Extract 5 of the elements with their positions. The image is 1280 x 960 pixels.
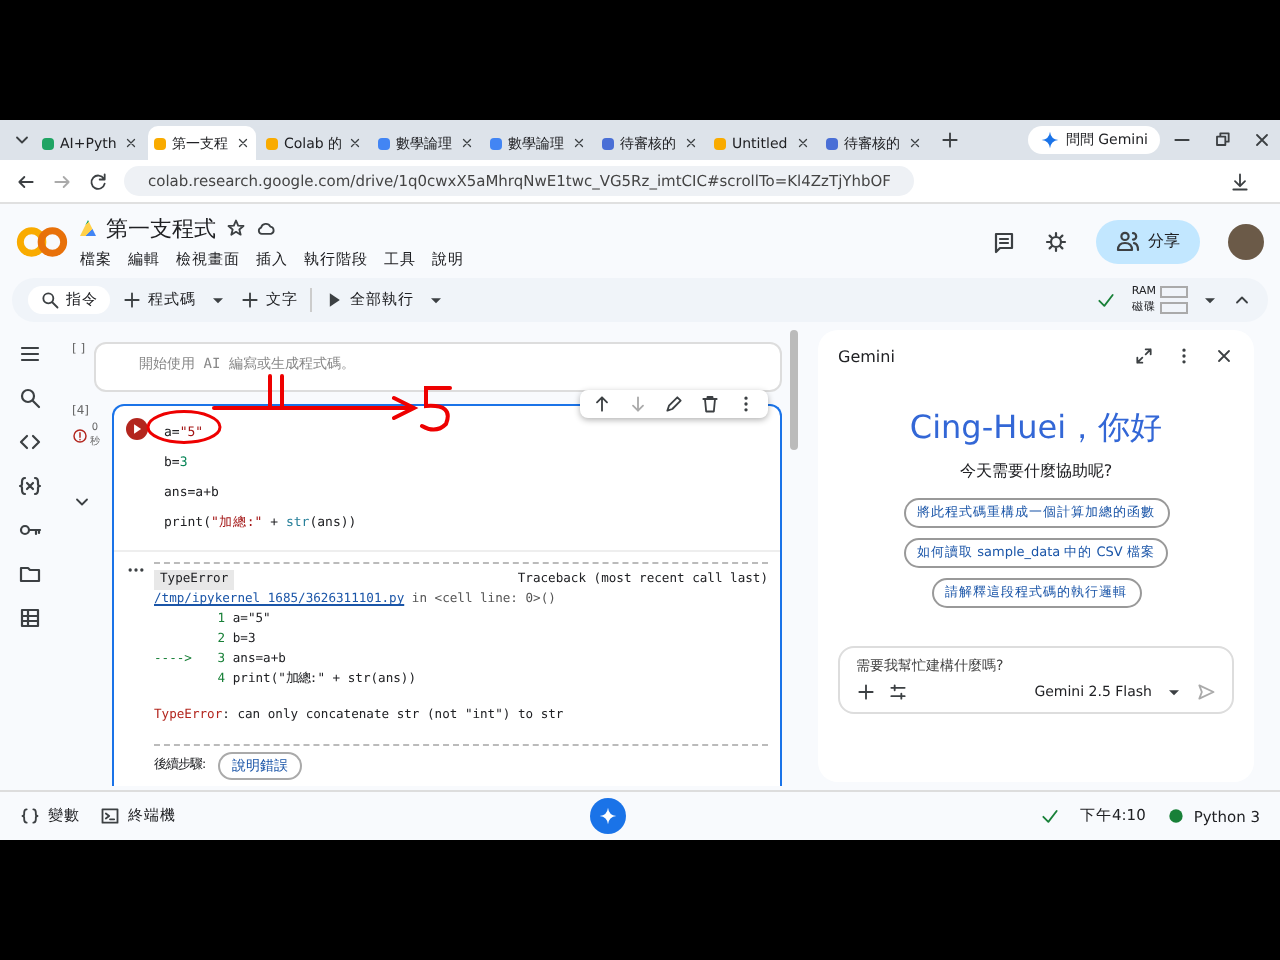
greeting: Cing-Huei，你好	[909, 408, 1163, 450]
notebook-title[interactable]: 第一支程式	[106, 213, 216, 243]
share-button[interactable]: 分享	[1096, 219, 1200, 263]
prompt-question: 今天需要什麼協助呢?	[959, 460, 1113, 482]
panel-title: Gemini	[838, 347, 895, 365]
